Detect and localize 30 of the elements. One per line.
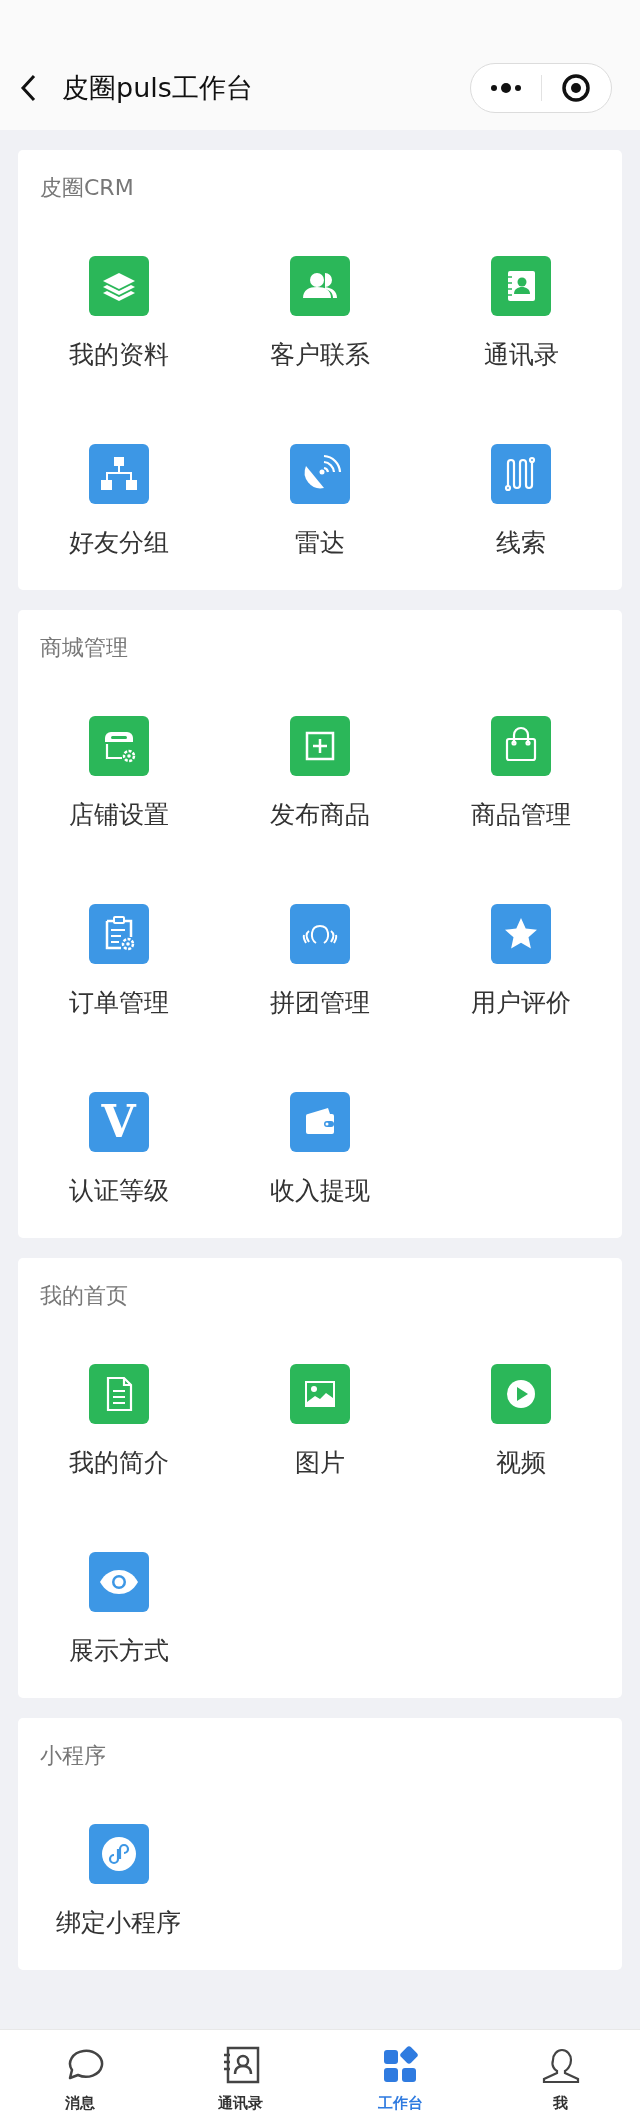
- workspace-item[interactable]: 图片: [219, 1364, 421, 1480]
- workspace-item[interactable]: 通讯录: [420, 256, 622, 372]
- workspace-item[interactable]: 展示方式: [18, 1552, 220, 1668]
- section-title: 商城管理: [40, 634, 129, 662]
- section-title: 皮圈CRM: [40, 174, 135, 202]
- tab[interactable]: 我: [480, 2030, 640, 2125]
- workspace-item[interactable]: 用户评价: [420, 904, 622, 1020]
- workspace-item[interactable]: 客户联系: [219, 256, 421, 372]
- tab[interactable]: 通讯录: [160, 2030, 320, 2125]
- tab[interactable]: 工作台: [320, 2030, 480, 2125]
- target-icon: [561, 73, 592, 103]
- workspace-item[interactable]: 我的简介: [18, 1364, 220, 1480]
- workspace-item[interactable]: 拼团管理: [219, 904, 421, 1020]
- workspace-item[interactable]: 收入提现: [219, 1092, 421, 1208]
- workspace-item[interactable]: 好友分组: [18, 444, 220, 560]
- workspace-item[interactable]: 商品管理: [420, 716, 622, 832]
- section-title: 我的首页: [40, 1282, 129, 1310]
- workspace-item[interactable]: V 认证等级: [18, 1092, 220, 1208]
- workspace-item[interactable]: 发布商品: [219, 716, 421, 832]
- page-title: 皮圈puls工作台: [62, 71, 254, 105]
- workspace-item[interactable]: 店铺设置: [18, 716, 220, 832]
- section-title: 小程序: [40, 1742, 107, 1770]
- workspace-item[interactable]: 线索: [420, 444, 622, 560]
- tab[interactable]: 消息: [0, 2030, 160, 2125]
- workspace-item[interactable]: 视频: [420, 1364, 622, 1480]
- workspace-item[interactable]: 绑定小程序: [18, 1824, 220, 1940]
- workspace-item[interactable]: 雷达: [219, 444, 421, 560]
- workspace-item[interactable]: 我的资料: [18, 256, 220, 372]
- workspace-item[interactable]: 订单管理: [18, 904, 220, 1020]
- badge-icon: V: [88, 1092, 149, 1152]
